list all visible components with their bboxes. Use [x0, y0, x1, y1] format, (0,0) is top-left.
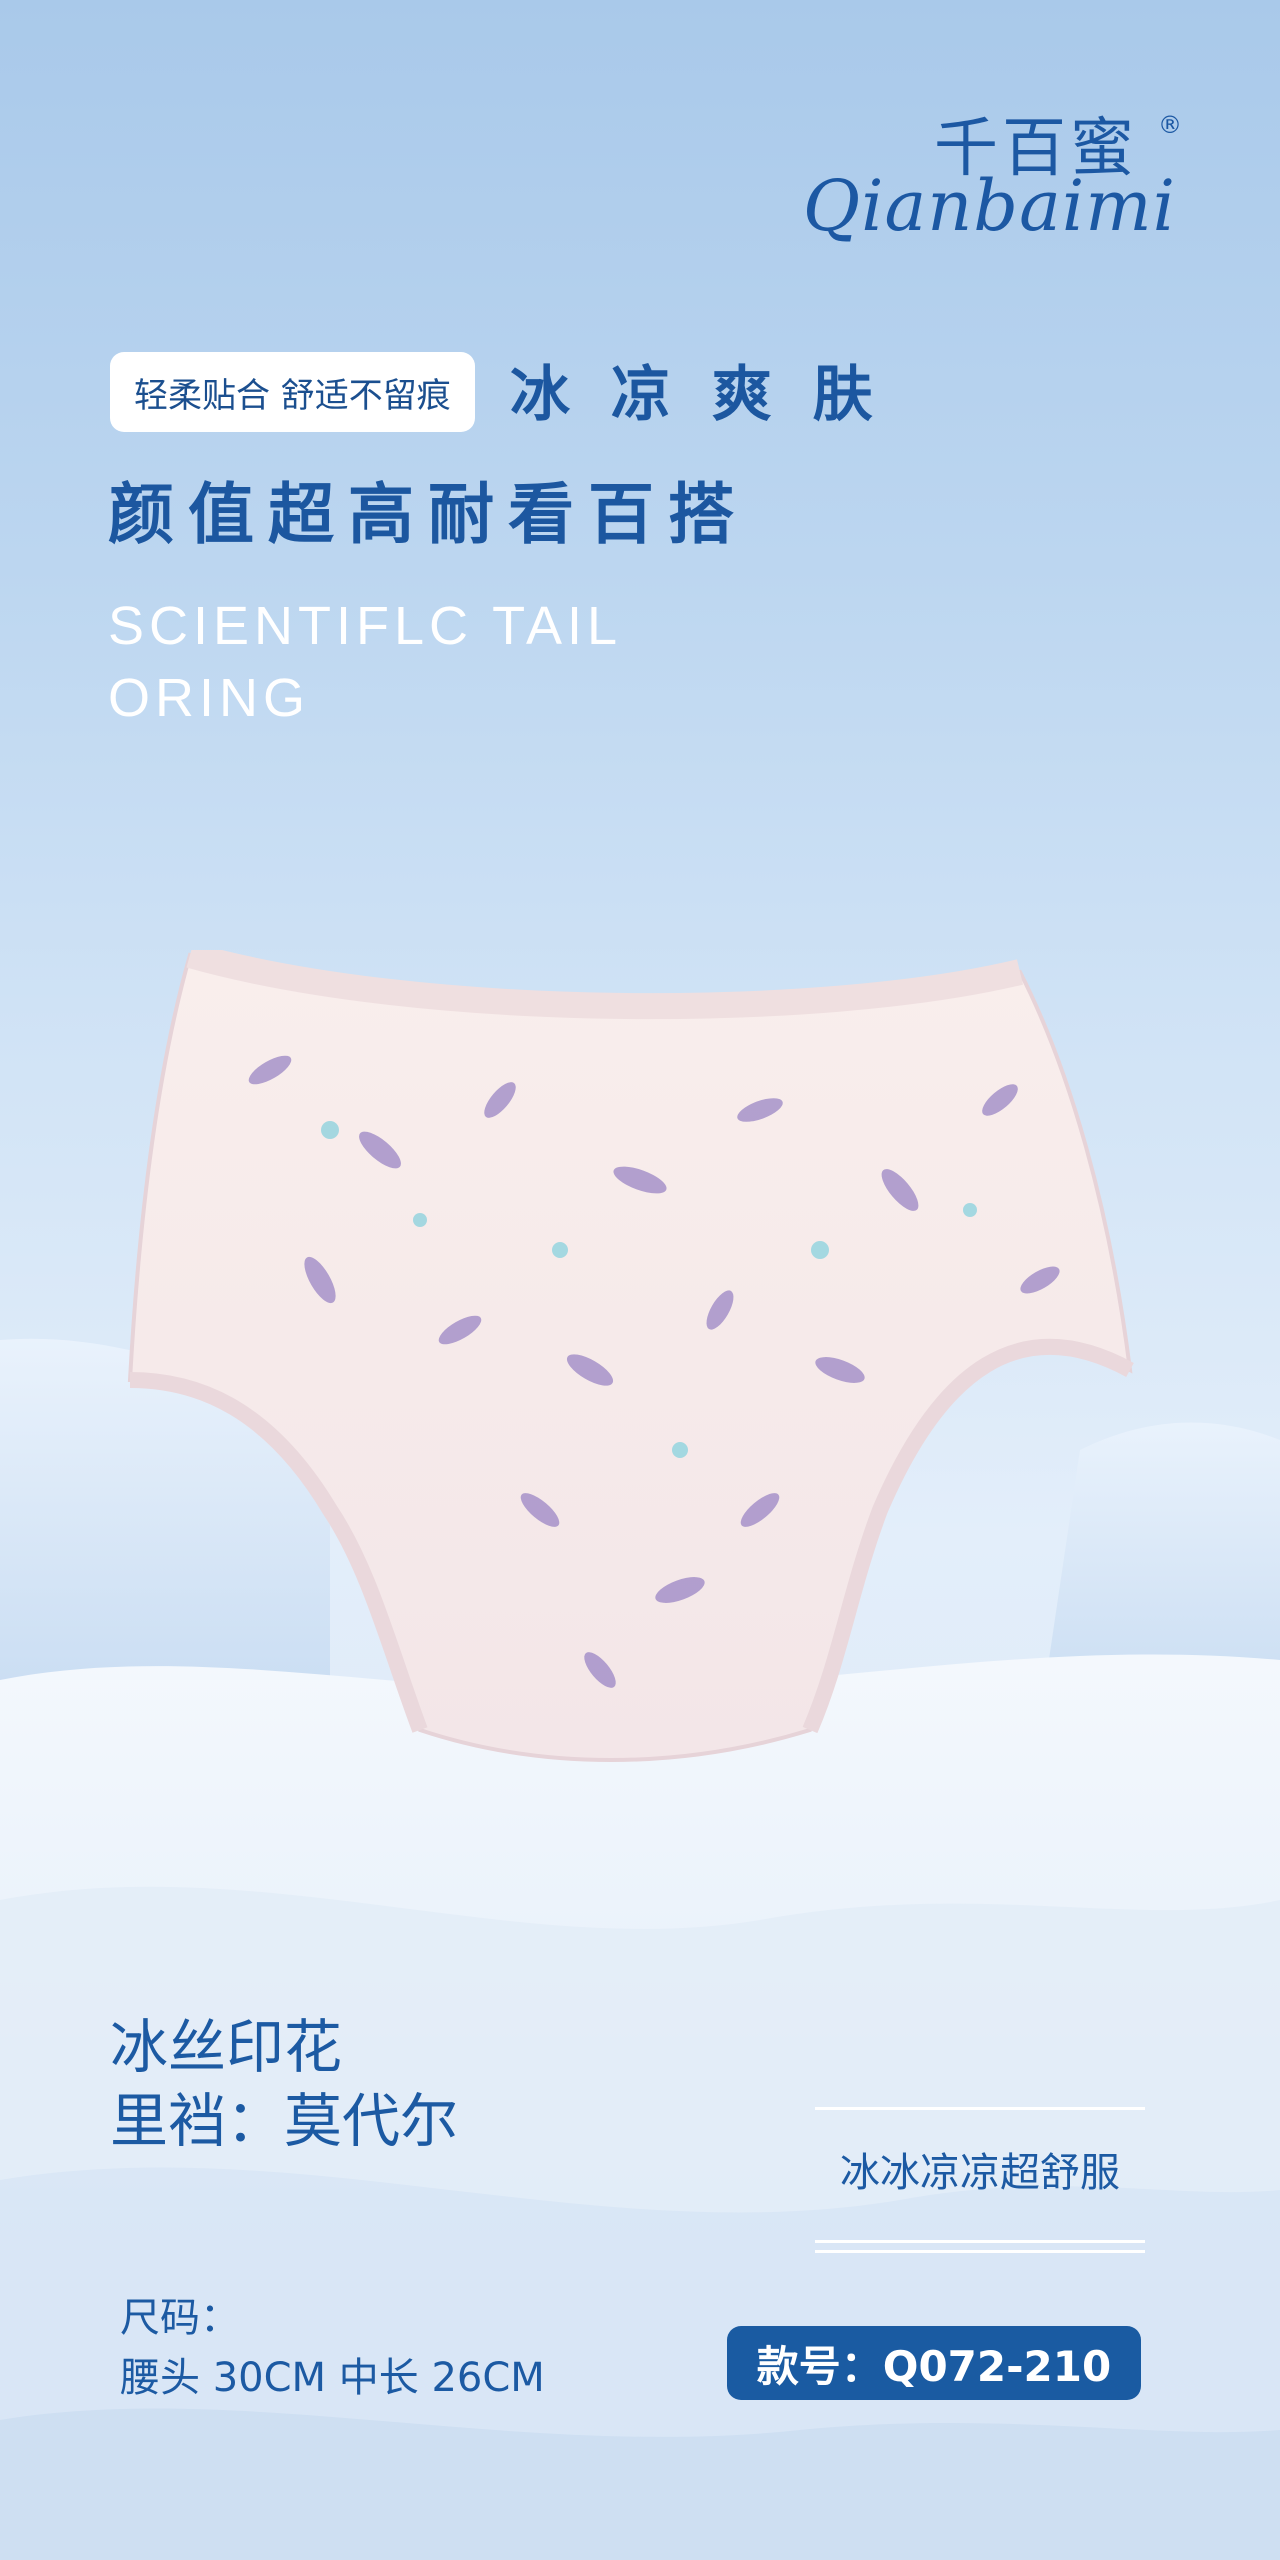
slogan: 冰冰凉凉超舒服: [840, 2150, 1120, 2196]
model-number-badge: 款号：Q072-210: [727, 2326, 1141, 2400]
product-image: [127, 950, 1134, 1762]
headline: 颜值超高耐看百搭: [108, 476, 748, 553]
feature-pill: 轻柔贴合 舒适不留痕: [110, 352, 475, 432]
english-tagline: SCIENTIFLC TAIL ORING: [108, 590, 728, 734]
feature-gusset: 里裆：莫代尔: [110, 2087, 459, 2155]
feature-list: 冰丝印花 里裆：莫代尔: [110, 2010, 458, 2158]
feature-fabric: 冰丝印花: [110, 2013, 343, 2081]
slogan-divider-bottom-1: [815, 2240, 1145, 2243]
size-label: 尺码：: [120, 2295, 240, 2341]
slogan-divider-bottom-2: [815, 2250, 1145, 2253]
brand-name-en: Qianbaimi: [802, 165, 1176, 247]
registered-mark-icon: ®: [1158, 111, 1182, 139]
product-poster: 千百蜜 ® Qianbaimi 轻柔贴合 舒适不留痕 冰 凉 爽 肤 颜值超高耐…: [0, 0, 1280, 2560]
cooling-tagline: 冰 凉 爽 肤: [510, 360, 883, 430]
slogan-divider-top: [815, 2107, 1145, 2110]
english-line-1: SCIENTIFLC TAIL: [108, 596, 623, 656]
size-value: 腰头 30CM 中长 26CM: [120, 2355, 545, 2401]
brand-logo: 千百蜜 ® Qianbaimi: [800, 105, 1200, 265]
english-line-2: ORING: [108, 668, 311, 728]
